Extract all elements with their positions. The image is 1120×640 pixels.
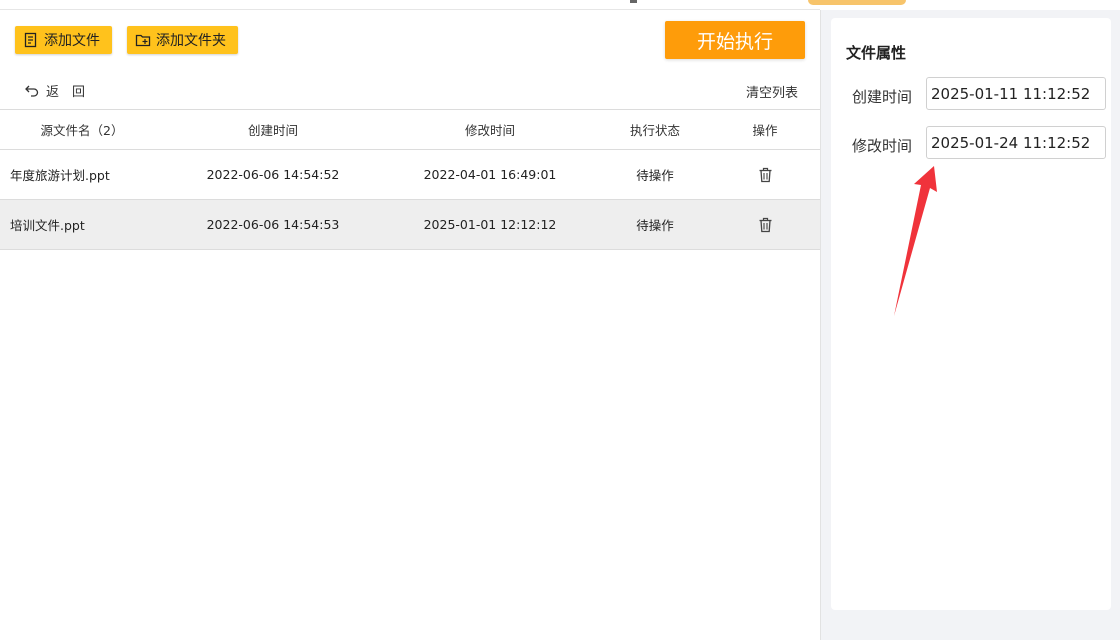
header-modified[interactable]: 修改时间 (400, 110, 580, 149)
row-state: 待操作 (636, 218, 674, 233)
header-op: 操作 (752, 123, 778, 138)
table-header: 源文件名（2） 创建时间 修改时间 执行状态 操作 (0, 109, 820, 150)
row-created-time: 2022-06-06 14:54:52 (206, 167, 340, 182)
properties-sidebar: 文件属性 创建时间 修改时间 (820, 10, 1120, 640)
active-tab-indicator[interactable] (808, 0, 906, 5)
add-file-button[interactable]: 添加文件 (15, 26, 112, 54)
row-file-name: 年度旅游计划.ppt (10, 168, 110, 183)
undo-arrow-icon (25, 85, 39, 97)
header-name[interactable]: 源文件名（2） (0, 110, 164, 149)
add-folder-button[interactable]: 添加文件夹 (127, 26, 238, 54)
start-button[interactable]: 开始执行 (665, 21, 805, 59)
properties-card: 文件属性 创建时间 修改时间 (831, 18, 1111, 610)
add-folder-icon (135, 34, 151, 47)
trash-icon[interactable] (758, 167, 773, 183)
created-time-input[interactable] (926, 77, 1106, 110)
properties-title: 文件属性 (846, 44, 907, 62)
back-button[interactable]: 返回 (24, 81, 99, 100)
modified-time-label: 修改时间 (852, 137, 913, 155)
created-time-label: 创建时间 (852, 88, 913, 106)
main-panel: 添加文件 添加文件夹 开始执行 返回 清空列表 源文件名（2） 创建时间 修改时… (0, 10, 820, 640)
back-label: 返回 (46, 84, 99, 100)
app-window: 添加文件 添加文件夹 开始执行 返回 清空列表 源文件名（2） 创建时间 修改时… (0, 0, 1120, 640)
row-file-name: 培训文件.ppt (10, 218, 85, 233)
add-file-icon (24, 32, 37, 48)
modified-time-input[interactable] (926, 126, 1106, 159)
row-state: 待操作 (636, 168, 674, 183)
row-op (725, 200, 805, 249)
trash-icon[interactable] (758, 217, 773, 233)
header-created[interactable]: 创建时间 (183, 110, 363, 149)
file-table: 源文件名（2） 创建时间 修改时间 执行状态 操作 年度旅游计划.ppt 202… (0, 109, 820, 250)
header-state[interactable]: 执行状态 (605, 110, 705, 149)
row-created-time: 2022-06-06 14:54:53 (206, 217, 340, 232)
partial-icon (630, 0, 637, 3)
table-row[interactable]: 培训文件.ppt 2022-06-06 14:54:53 2025-01-01 … (0, 200, 820, 250)
row-modified-time: 2022-04-01 16:49:01 (423, 167, 557, 182)
add-file-label: 添加文件 (44, 33, 100, 49)
add-folder-label: 添加文件夹 (156, 33, 226, 49)
clear-list-button[interactable]: 清空列表 (746, 82, 798, 101)
table-row[interactable]: 年度旅游计划.ppt 2022-06-06 14:54:52 2022-04-0… (0, 150, 820, 200)
row-modified-time: 2025-01-01 12:12:12 (423, 217, 557, 232)
row-op (725, 150, 805, 199)
